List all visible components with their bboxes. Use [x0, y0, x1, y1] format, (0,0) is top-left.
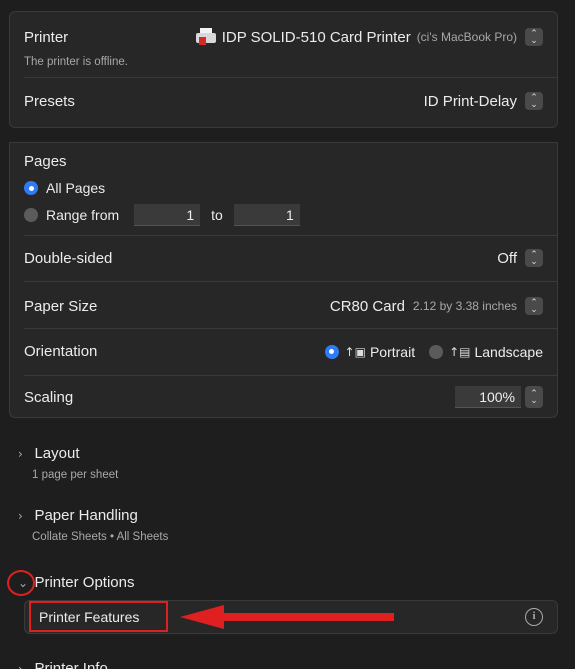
- scaling-input[interactable]: 100%: [455, 386, 521, 408]
- printer-card: Printer IDP SOLID-510 Card Printer (ci's…: [9, 11, 558, 128]
- double-sided-label: Double-sided: [24, 249, 113, 267]
- chevron-updown-icon: ⌃ ⌄: [525, 297, 543, 315]
- range-from-input[interactable]: 1: [134, 204, 201, 226]
- printer-icon: [195, 28, 216, 46]
- print-dialog: Printer IDP SOLID-510 Card Printer (ci's…: [0, 0, 575, 669]
- layout-subtitle: 1 page per sheet: [32, 469, 119, 481]
- range-label: Range from: [46, 207, 120, 223]
- portrait-icon: ↑▣: [344, 344, 366, 359]
- radio-landscape[interactable]: [429, 344, 444, 359]
- all-pages-label: All Pages: [46, 180, 106, 196]
- chevron-updown-icon: ⌃ ⌄: [525, 28, 543, 46]
- chevron-updown-icon: ⌃ ⌄: [525, 92, 543, 110]
- printer-label: Printer: [24, 28, 69, 46]
- printer-options-title: Printer Options: [34, 574, 135, 591]
- printer-name: IDP SOLID-510 Card Printer: [221, 28, 411, 46]
- scaling-control: 100% ⌃ ⌄: [455, 386, 543, 408]
- info-icon[interactable]: i: [525, 608, 543, 626]
- radio-range[interactable]: [24, 208, 38, 222]
- printer-status: The printer is offline.: [24, 56, 128, 68]
- scaling-row: Scaling 100% ⌃ ⌄: [24, 386, 543, 408]
- double-sided-select[interactable]: Off ⌃ ⌄: [497, 249, 543, 267]
- landscape-label: Landscape: [474, 343, 543, 360]
- scaling-stepper[interactable]: ⌃ ⌄: [525, 386, 543, 408]
- printer-host: (ci's MacBook Pro): [416, 30, 517, 44]
- paper-handling-subtitle: Collate Sheets • All Sheets: [32, 531, 169, 543]
- chevron-updown-icon: ⌃ ⌄: [525, 249, 543, 267]
- paper-size-row: Paper Size CR80 Card 2.12 by 3.38 inches…: [24, 297, 543, 315]
- presets-value: ID Print-Delay: [423, 92, 517, 110]
- divider: [24, 235, 557, 236]
- range-to-label: to: [211, 207, 223, 223]
- printer-status-row: The printer is offline.: [24, 56, 543, 68]
- all-pages-option[interactable]: All Pages: [24, 180, 543, 196]
- printer-info-title: Printer Info: [34, 660, 108, 669]
- paper-size-select[interactable]: CR80 Card 2.12 by 3.38 inches ⌃ ⌄: [330, 297, 543, 315]
- paper-handling-title: Paper Handling: [34, 507, 138, 524]
- range-option: Range from 1 to 1: [24, 204, 543, 226]
- divider: [24, 281, 557, 282]
- settings-card: Pages All Pages Range from 1 to 1 Double…: [9, 142, 558, 418]
- paper-size-label: Paper Size: [24, 297, 98, 315]
- presets-row: Presets ID Print-Delay ⌃ ⌄: [24, 92, 543, 110]
- orientation-label: Orientation: [24, 343, 98, 360]
- chevron-right-icon: ›: [18, 447, 23, 461]
- radio-portrait[interactable]: [324, 344, 339, 359]
- range-to-input[interactable]: 1: [233, 204, 300, 226]
- scaling-label: Scaling: [24, 388, 74, 406]
- chevron-right-icon: ›: [18, 662, 23, 669]
- divider: [24, 77, 557, 78]
- divider: [24, 375, 557, 376]
- printer-info-section[interactable]: › Printer Info: [18, 660, 108, 669]
- layout-section[interactable]: › Layout 1 page per sheet: [18, 445, 118, 481]
- paper-size-detail: 2.12 by 3.38 inches: [412, 299, 517, 313]
- radio-all-pages[interactable]: [24, 181, 38, 195]
- annotation-arrow-icon: [180, 605, 394, 629]
- portrait-label: Portrait: [369, 343, 416, 360]
- chevron-right-icon: ›: [18, 509, 23, 523]
- double-sided-value: Off: [497, 249, 517, 267]
- pages-label: Pages: [24, 153, 67, 170]
- pages-row: Pages: [24, 153, 543, 170]
- annotation-highlight-box: [29, 601, 168, 632]
- printer-row: Printer IDP SOLID-510 Card Printer (ci's…: [24, 28, 543, 46]
- landscape-icon: ↑▤: [449, 344, 471, 359]
- divider: [24, 328, 557, 329]
- annotation-circle: [7, 570, 35, 596]
- presets-select[interactable]: ID Print-Delay ⌃ ⌄: [424, 92, 543, 110]
- orientation-options: ↑▣ Portrait ↑▤ Landscape: [324, 343, 543, 360]
- printer-options-section[interactable]: ⌄ Printer Options: [18, 574, 135, 592]
- layout-title: Layout: [34, 445, 80, 462]
- presets-label: Presets: [24, 92, 75, 110]
- paper-handling-section[interactable]: › Paper Handling Collate Sheets • All Sh…: [18, 507, 168, 543]
- double-sided-row: Double-sided Off ⌃ ⌄: [24, 249, 543, 267]
- paper-size-value: CR80 Card: [329, 297, 405, 315]
- printer-select[interactable]: IDP SOLID-510 Card Printer (ci's MacBook…: [195, 28, 543, 46]
- orientation-row: Orientation ↑▣ Portrait ↑▤ Landscape: [24, 343, 543, 360]
